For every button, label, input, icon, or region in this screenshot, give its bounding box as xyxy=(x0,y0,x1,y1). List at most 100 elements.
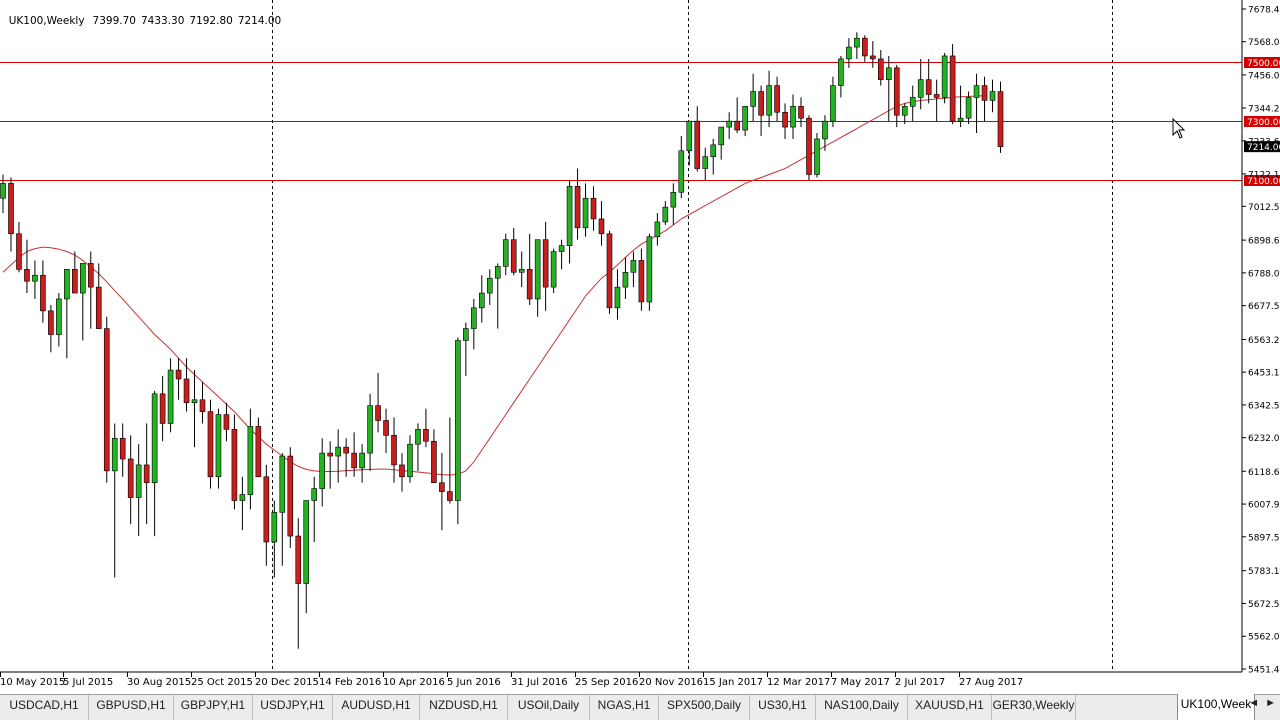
bull-candle-body xyxy=(518,269,525,273)
bull-candle-body xyxy=(303,500,310,584)
bull-candle-body xyxy=(319,452,326,489)
candle xyxy=(255,417,262,478)
tab-ngas-h1[interactable]: NGAS,H1 xyxy=(590,695,659,720)
bull-candle-body xyxy=(830,85,836,122)
time-tick-label: 31 Jul 2016 xyxy=(511,677,568,688)
time-tick-label: 15 Jan 2017 xyxy=(703,677,763,688)
bull-candle-body xyxy=(917,79,924,98)
candle xyxy=(941,52,948,104)
bear-candle-body xyxy=(798,106,804,119)
bull-candle-body xyxy=(471,307,477,329)
chart-canvas[interactable]: 7500.007300.007100.00 7678.407568.057456… xyxy=(0,0,1280,694)
time-tick-label: 25 Sep 2016 xyxy=(575,677,638,688)
tab-nas100-daily[interactable]: NAS100,Daily xyxy=(816,695,908,720)
bear-candle-body xyxy=(893,67,900,116)
price-tick-label: 7678.40 xyxy=(1248,6,1280,16)
tab-usdjpy-h1[interactable]: USDJPY,H1 xyxy=(253,695,333,720)
bull-candle-body xyxy=(846,46,852,60)
bull-candle-body xyxy=(486,277,493,294)
price-scale[interactable]: 7678.407568.057456.007344.207233.657122.… xyxy=(1242,6,1280,676)
bull-candle-body xyxy=(662,206,669,223)
tab-scroll-arrows: ◄ ► xyxy=(1242,697,1276,709)
price-tick-label: 6118.60 xyxy=(1248,468,1280,478)
tab-usdcad-h1[interactable]: USDCAD,H1 xyxy=(0,695,89,720)
bull-candle-body xyxy=(0,183,6,199)
bull-candle-body xyxy=(279,455,286,513)
candle xyxy=(806,115,812,181)
time-tick-label: 25 Oct 2015 xyxy=(191,677,253,688)
tab-audusd-h1[interactable]: AUDUSD,H1 xyxy=(333,695,420,720)
bull-candle-body xyxy=(614,286,621,309)
bear-candle-body xyxy=(207,411,214,478)
price-tick-label: 5783.10 xyxy=(1248,567,1280,577)
bear-candle-body xyxy=(295,535,302,584)
bull-candle-body xyxy=(646,236,653,303)
price-tick-label: 5672.55 xyxy=(1248,600,1280,610)
bear-candle-body xyxy=(758,91,764,116)
bull-candle-body xyxy=(790,106,796,128)
tab-us30-h1[interactable]: US30,H1 xyxy=(750,695,816,720)
price-tick-label: 7012.55 xyxy=(1248,203,1280,213)
price-tick-label: 6563.25 xyxy=(1248,336,1280,346)
bull-candle-body xyxy=(678,150,685,193)
bull-candle-body xyxy=(478,292,485,309)
bull-candle-body xyxy=(335,446,341,457)
tab-usoil-daily[interactable]: USOil,Daily xyxy=(508,695,590,720)
bull-candle-body xyxy=(271,512,278,543)
bear-candle-body xyxy=(255,426,262,478)
bull-candle-body xyxy=(367,405,373,454)
bear-candle-body xyxy=(877,58,884,80)
bull-candle-body xyxy=(822,120,828,140)
price-tick-label: 5897.50 xyxy=(1248,533,1280,543)
bear-candle-body xyxy=(526,269,533,300)
bull-candle-body xyxy=(742,106,748,131)
level-price-label: 7500.00 xyxy=(1247,59,1280,69)
bear-candle-body xyxy=(542,239,549,288)
time-tick-label: 12 Mar 2017 xyxy=(767,677,830,688)
tab-gbpjpy-h1[interactable]: GBPJPY,H1 xyxy=(174,695,253,720)
bear-candle-body xyxy=(981,85,988,101)
tab-nzdusd-h1[interactable]: NZDUSD,H1 xyxy=(420,695,508,720)
level-price-label: 7300.00 xyxy=(1247,118,1280,128)
bull-candle-body xyxy=(901,106,908,116)
bear-candle-body xyxy=(423,429,429,442)
bull-candle-body xyxy=(989,91,996,101)
price-tick-label: 7122.10 xyxy=(1248,170,1280,180)
bear-candle-body xyxy=(806,117,812,175)
bull-candle-body xyxy=(311,488,318,501)
bull-candle-body xyxy=(239,494,246,501)
bull-candle-body xyxy=(64,269,70,300)
candle xyxy=(646,233,653,311)
bear-candle-body xyxy=(95,286,102,329)
bear-candle-body xyxy=(606,233,613,309)
high-value: 7433.30 xyxy=(140,15,185,27)
close-value: 7214.00 xyxy=(237,15,282,27)
bear-candle-body xyxy=(127,458,134,498)
time-tick-label: 10 Apr 2016 xyxy=(383,677,445,688)
tab-spx500-daily[interactable]: SPX500,Daily xyxy=(659,695,750,720)
open-value: 7399.70 xyxy=(92,15,136,27)
tab-ger30-weekly[interactable]: GER30,Weekly xyxy=(992,695,1076,720)
bull-candle-body xyxy=(56,298,62,335)
bear-candle-body xyxy=(24,269,30,282)
bear-candle-body xyxy=(263,476,270,543)
tab-scroll-left-icon[interactable]: ◄ xyxy=(1248,697,1259,709)
tab-scroll-right-icon[interactable]: ► xyxy=(1265,697,1276,709)
price-tick-label: 6007.95 xyxy=(1248,501,1280,511)
bull-candle-body xyxy=(582,197,589,229)
bear-candle-body xyxy=(574,186,581,229)
tab-gbpusd-h1[interactable]: GBPUSD,H1 xyxy=(89,695,174,720)
bull-candle-body xyxy=(957,117,964,122)
tab-xauusd-h1[interactable]: XAUUSD,H1 xyxy=(908,695,992,720)
time-tick-label: 5 Jul 2015 xyxy=(63,677,113,688)
bear-candle-body xyxy=(183,378,190,403)
time-tick-label: 7 May 2017 xyxy=(831,677,890,688)
bull-candle-body xyxy=(247,426,254,495)
bull-candle-body xyxy=(726,120,732,128)
time-tick-label: 30 Aug 2015 xyxy=(127,677,191,688)
bull-candle-body xyxy=(622,271,629,288)
chart-header: UK100,Weekly 7399.70 7433.30 7192.80 7214.00 xyxy=(2,3,286,27)
bear-candle-body xyxy=(391,434,397,466)
bear-candle-body xyxy=(343,446,349,454)
bear-candle-body xyxy=(870,55,876,60)
